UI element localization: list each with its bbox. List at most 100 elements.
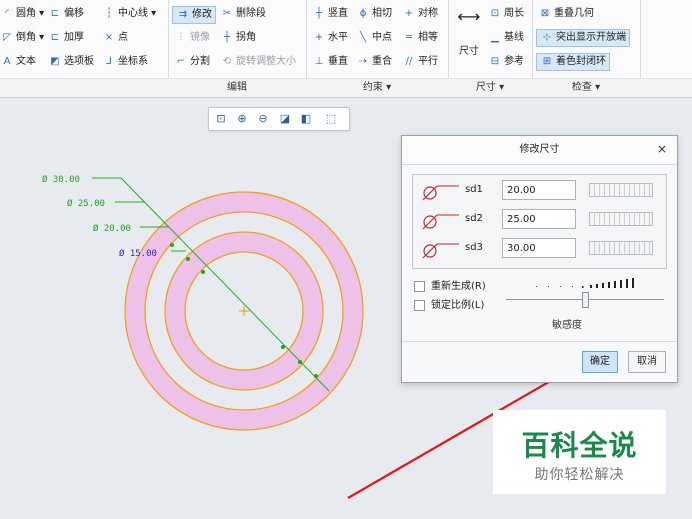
sensitivity-scale-icon	[536, 278, 634, 288]
palette-tool[interactable]: ◩ 选项板	[48, 53, 94, 71]
dimension-value-field[interactable]: 20.00	[502, 180, 576, 200]
dimension-label-20[interactable]: Ø 20.00	[93, 223, 131, 234]
thumbwheel[interactable]	[589, 183, 653, 197]
perpendicular-constraint[interactable]: ⊥ 垂直	[312, 53, 348, 71]
modify-icon: ⇉	[178, 9, 188, 20]
dialog-divider	[402, 341, 677, 342]
dimension-label-30[interactable]: Ø 30.00	[42, 174, 80, 185]
midpoint-icon: ╲	[359, 32, 367, 43]
perpendicular-icon: ⊥	[314, 56, 324, 67]
csys-tool[interactable]: ⅃ 坐标系	[102, 53, 148, 71]
centerline-tool[interactable]: ┆ 中心线 ▾	[102, 5, 156, 23]
tangent-constraint[interactable]: ϕ 相切	[356, 5, 392, 23]
reference-icon: ⊟	[490, 56, 500, 67]
diameter-dimension-icon	[422, 185, 459, 201]
zoom-out-icon[interactable]: ⊖	[255, 111, 271, 127]
highlight-open-ends-tool[interactable]: ⊹ 突出显示开放端	[536, 29, 630, 47]
perimeter-tool[interactable]: ⊡ 周长	[488, 5, 524, 23]
delete-segment-icon: ✂	[222, 8, 232, 19]
vertical-icon: ┼	[315, 8, 323, 19]
equal-constraint[interactable]: ═ 相等	[402, 29, 438, 47]
dimension-label-25[interactable]: Ø 25.00	[67, 198, 105, 209]
dimension-group-label[interactable]: 尺寸 ▾	[448, 79, 532, 97]
corner-icon: ┼	[223, 32, 231, 43]
zoom-in-icon[interactable]: ⊕	[234, 111, 250, 127]
midpoint-constraint[interactable]: ╲ 中点	[356, 29, 392, 47]
dimension-name: sd2	[465, 213, 483, 224]
corner-tool[interactable]: ┼ 拐角	[220, 29, 256, 47]
text-tool[interactable]: A 文本	[0, 53, 36, 71]
divide-tool[interactable]: ⌐ 分割	[174, 53, 210, 71]
mirror-icon: ⫶	[179, 32, 183, 43]
offset-tool[interactable]: ⊏ 偏移	[48, 5, 84, 23]
thumbwheel[interactable]	[589, 212, 653, 226]
horizontal-icon: +	[314, 32, 324, 43]
point-icon: ×	[104, 32, 114, 43]
thicken-tool[interactable]: ⊏ 加厚	[48, 29, 84, 47]
modify-dimensions-dialog: 修改尺寸 × sd1 20.00 sd2 25.00 sd3 30.00 重新生…	[401, 135, 678, 383]
checkbox-box[interactable]	[414, 299, 425, 311]
refit-icon[interactable]: ⊡	[213, 111, 229, 127]
fillet-tool[interactable]: ◜ 圆角 ▾	[0, 5, 44, 23]
ribbon: ◜ 圆角 ▾ ◸ 倒角 ▾ A 文本 ⊏ 偏移 ⊏ 加厚 ◩ 选项板 ┆ 中心线 ▾ × 点 ⅃…	[0, 0, 692, 98]
rotate-resize-tool[interactable]: ⟲ 旋转调整大小	[220, 53, 296, 71]
delete-segment-tool[interactable]: ✂ 删除段	[220, 5, 266, 23]
horizontal-constraint[interactable]: + 水平	[312, 29, 348, 47]
lock-scale-checkbox[interactable]: 锁定比例(L)	[414, 298, 484, 314]
dimension-label-15[interactable]: Ø 15.00	[119, 248, 157, 259]
edit-group-label[interactable]: 编辑	[168, 79, 306, 97]
point-tool[interactable]: × 点	[102, 29, 128, 47]
sensitivity-label: 敏感度	[552, 320, 582, 331]
ribbon-group-labels: 编辑 约束 ▾ 尺寸 ▾ 检查 ▾	[0, 78, 692, 97]
chamfer-icon: ◸	[3, 32, 11, 43]
vertical-constraint[interactable]: ┼ 竖直	[312, 5, 348, 23]
baseline-tool[interactable]: ▁ 基线	[488, 29, 524, 47]
diameter-dimension-icon	[422, 243, 459, 259]
dimension-value-field[interactable]: 30.00	[502, 238, 576, 258]
reference-tool[interactable]: ⊟ 参考	[488, 53, 524, 71]
symmetric-constraint[interactable]: + 对称	[402, 5, 438, 23]
equal-icon: ═	[405, 32, 413, 43]
highlight-open-ends-icon: ⊹	[542, 32, 552, 43]
overlap-geometry-tool[interactable]: ⊠ 重叠几何	[538, 5, 594, 23]
modify-tool[interactable]: ⇉ 修改	[172, 6, 216, 24]
ok-button[interactable]: 确定	[582, 351, 618, 373]
coincident-constraint[interactable]: ⇢ 重合	[356, 53, 392, 71]
mirror-tool[interactable]: ⫶ 镜像	[174, 29, 210, 47]
display-style-icon[interactable]: ◧	[298, 111, 314, 127]
palette-icon: ◩	[50, 56, 60, 67]
sketch-display-icon[interactable]: ⬚	[323, 111, 339, 127]
divide-icon: ⌐	[176, 56, 186, 67]
chamfer-tool[interactable]: ◸ 倒角 ▾	[0, 29, 44, 47]
dimension-row-sd3: sd3 30.00	[413, 237, 666, 263]
dimension-name: sd1	[465, 184, 483, 195]
dimension-tool[interactable]: ⟷ 尺寸	[452, 6, 486, 68]
shade-closed-loops-icon: ⊞	[542, 56, 552, 67]
sensitivity-slider-thumb[interactable]	[582, 292, 589, 308]
checkbox-box[interactable]	[414, 280, 425, 292]
repaint-icon[interactable]: ◪	[277, 111, 293, 127]
shade-closed-loops-tool[interactable]: ⊞ 着色封闭环	[536, 53, 610, 71]
close-icon[interactable]: ×	[655, 142, 669, 156]
tangent-icon: ϕ	[359, 8, 367, 19]
watermark-subtitle: 助你轻松解决	[534, 467, 625, 483]
parallel-icon: ∕∕	[405, 56, 413, 67]
perimeter-icon: ⊡	[490, 8, 500, 19]
watermark-title: 百科全说	[521, 429, 638, 462]
rotate-resize-icon: ⟲	[222, 56, 232, 67]
dialog-title: 修改尺寸	[402, 136, 677, 165]
fillet-icon: ◜	[5, 8, 9, 19]
text-icon: A	[3, 56, 11, 67]
watermark: 百科全说 助你轻松解决	[493, 410, 666, 494]
dimension-row-sd2: sd2 25.00	[413, 208, 666, 234]
csys-icon: ⅃	[106, 56, 112, 67]
regenerate-checkbox[interactable]: 重新生成(R)	[414, 279, 486, 295]
dimension-value-field[interactable]: 25.00	[502, 209, 576, 229]
thumbwheel[interactable]	[589, 241, 653, 255]
cancel-button[interactable]: 取消	[628, 351, 666, 373]
inspect-group-label[interactable]: 检查 ▾	[532, 79, 640, 97]
baseline-icon: ▁	[491, 32, 499, 43]
parallel-constraint[interactable]: ∕∕ 平行	[402, 53, 438, 71]
dimension-name: sd3	[465, 242, 483, 253]
constrain-group-label[interactable]: 约束 ▾	[306, 79, 448, 97]
